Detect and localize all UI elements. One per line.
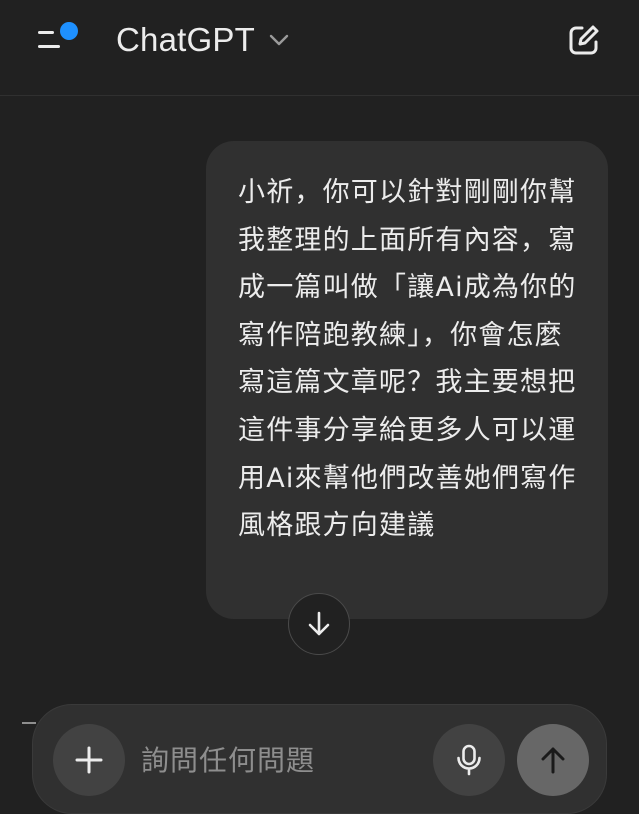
menu-line-top xyxy=(38,31,54,34)
arrow-up-icon xyxy=(541,747,565,774)
user-message-text: 小祈，你可以針對剛剛你幫我整理的上面所有內容，寫成一篇叫做「讓Ai成為你的寫作陪… xyxy=(238,177,577,542)
sidebar-menu-button[interactable] xyxy=(34,18,82,60)
voice-input-button[interactable] xyxy=(433,724,505,796)
plus-icon xyxy=(75,746,103,774)
menu-line-bottom xyxy=(38,45,60,48)
arrow-down-icon xyxy=(308,611,330,636)
notification-dot-icon xyxy=(60,22,78,40)
top-bar: ChatGPT xyxy=(0,0,639,96)
divider-mark xyxy=(22,722,36,724)
add-attachment-button[interactable] xyxy=(53,724,125,796)
send-button[interactable] xyxy=(517,724,589,796)
app-title: ChatGPT xyxy=(116,21,255,58)
new-chat-button[interactable] xyxy=(564,20,604,60)
model-selector[interactable]: ChatGPT xyxy=(116,18,291,62)
message-composer xyxy=(32,704,607,814)
chevron-down-icon xyxy=(269,34,289,46)
message-input[interactable] xyxy=(139,735,433,785)
scroll-to-bottom-button[interactable] xyxy=(288,593,350,655)
user-message-bubble: 小祈，你可以針對剛剛你幫我整理的上面所有內容，寫成一篇叫做「讓Ai成為你的寫作陪… xyxy=(206,141,608,619)
microphone-icon xyxy=(457,744,481,776)
new-chat-icon xyxy=(569,25,599,55)
